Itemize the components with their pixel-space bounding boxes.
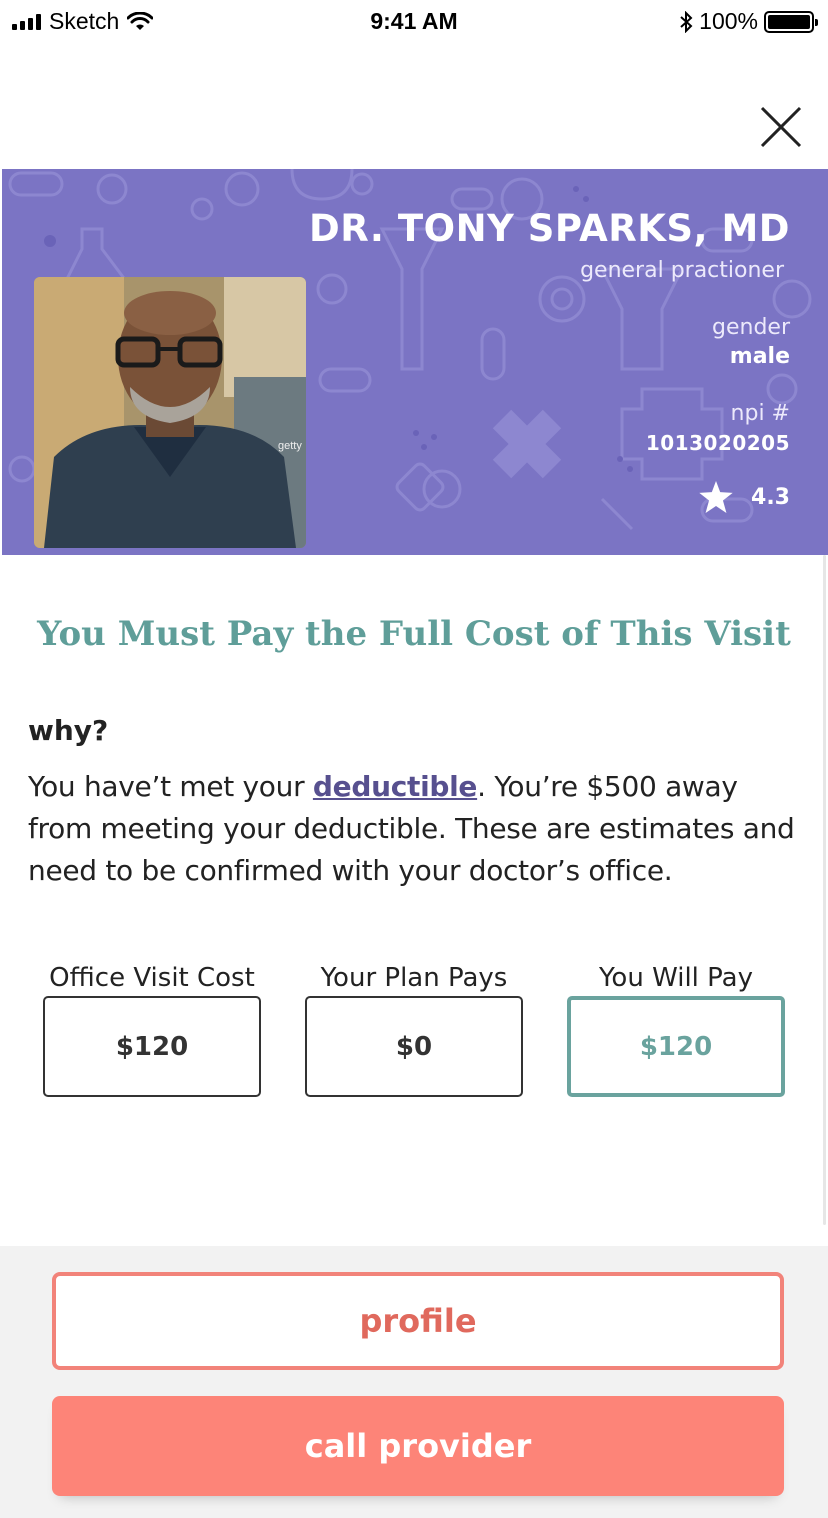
doctor-name: DR. TONY SPARKS, MD [309,207,790,250]
status-right: 100% [679,8,818,35]
cost-label: Office Visit Cost [49,963,255,993]
explanation-text: You have’t met your deductible. You’re $… [28,766,808,892]
photo-watermark: getty [278,440,302,452]
cost-label: Your Plan Pays [320,963,508,993]
rating-value: 4.3 [751,484,790,510]
close-icon [760,106,802,148]
profile-button[interactable]: profile [52,1272,784,1370]
star-icon [699,481,733,513]
cost-value-box: $120 [567,996,785,1097]
bluetooth-icon [680,10,693,33]
close-button[interactable] [758,104,804,150]
rating: 4.3 [699,481,790,513]
doctor-photo: getty [34,277,306,548]
call-provider-button[interactable]: call provider [52,1396,784,1496]
page-title: You Must Pay the Full Cost of This Visit [37,614,791,654]
cost-value-box: $0 [305,996,523,1097]
battery-icon [764,10,818,33]
explanation-before: You have’t met your [28,770,313,803]
cost-value-box: $120 [43,996,261,1097]
deductible-link[interactable]: deductible [313,770,478,803]
status-bar: Sketch 9:41 AM 100% [0,0,828,42]
you-will-pay-cost: You Will Pay $120 [567,960,785,1097]
gender-label: gender [712,315,790,340]
doctor-header: getty DR. TONY SPARKS, MD general practi… [2,169,828,555]
office-visit-cost: Office Visit Cost $120 [43,960,261,1097]
plan-pays-cost: Your Plan Pays $0 [305,960,523,1097]
npi-label: npi # [730,401,790,426]
action-footer: profile call provider [0,1246,828,1518]
npi-value: 1013020205 [645,431,790,455]
cost-label: You Will Pay [599,963,753,993]
scrollbar[interactable] [823,555,826,1225]
why-label: why? [28,714,109,747]
doctor-specialty: general practioner [580,258,784,283]
battery-percent: 100% [699,8,758,34]
gender-value: male [729,344,790,369]
